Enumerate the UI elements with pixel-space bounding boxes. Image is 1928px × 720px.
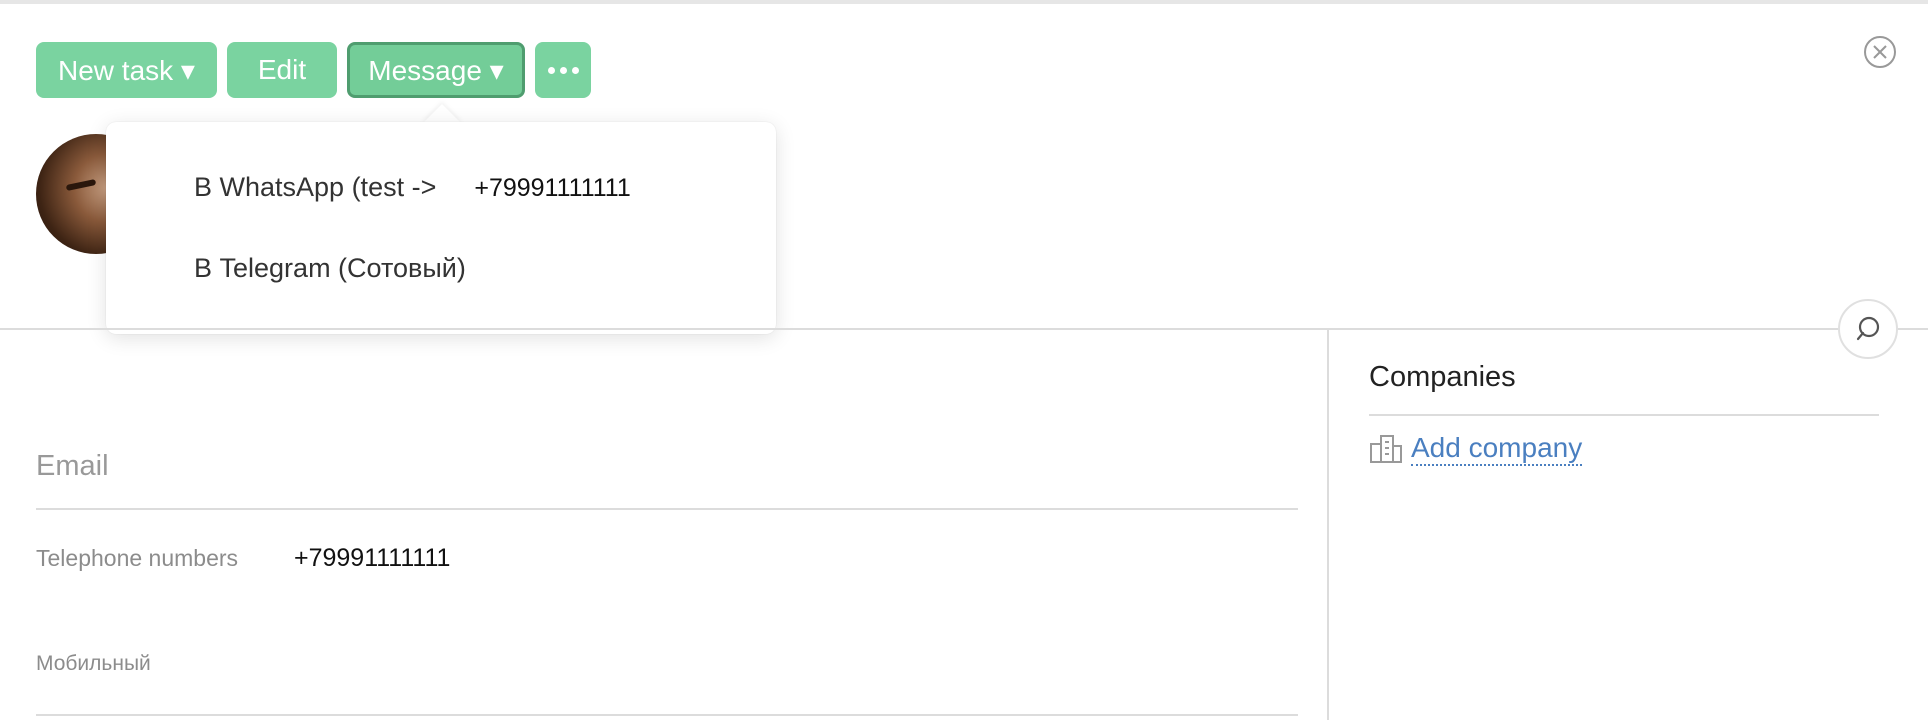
telephone-label: Telephone numbers bbox=[36, 545, 239, 571]
telephone-value[interactable]: +79991111111 bbox=[294, 544, 450, 573]
ellipsis-icon bbox=[547, 66, 579, 74]
edit-button[interactable]: Edit bbox=[227, 42, 337, 98]
email-field-label[interactable]: Email bbox=[36, 450, 109, 483]
chat-button[interactable] bbox=[1838, 299, 1898, 359]
column-divider bbox=[1327, 330, 1329, 720]
close-button[interactable] bbox=[1864, 36, 1896, 68]
menu-item-telegram[interactable]: В Telegram (Сотовый) bbox=[194, 253, 466, 284]
top-border bbox=[0, 0, 1928, 4]
menu-item-label: В WhatsApp (test -> bbox=[194, 172, 437, 202]
new-task-button[interactable]: New task ▾ bbox=[36, 42, 217, 98]
email-field-underline bbox=[36, 508, 1298, 510]
mobile-field-underline bbox=[36, 714, 1298, 716]
close-icon bbox=[1873, 45, 1887, 59]
action-toolbar: New task ▾ Edit Message ▾ bbox=[36, 42, 591, 98]
mobile-label: Мобильный bbox=[36, 652, 151, 675]
message-dropdown: В WhatsApp (test -> +79991111111 В Telegr… bbox=[106, 122, 776, 334]
header-divider bbox=[0, 328, 1928, 330]
companies-heading: Companies bbox=[1369, 361, 1516, 393]
add-company-link[interactable]: Add company bbox=[1369, 432, 1583, 466]
menu-item-label: В Telegram (Сотовый) bbox=[194, 253, 466, 283]
more-actions-button[interactable] bbox=[535, 42, 591, 98]
dropdown-pointer bbox=[422, 104, 462, 124]
add-company-label: Add company bbox=[1411, 432, 1583, 466]
menu-item-whatsapp[interactable]: В WhatsApp (test -> +79991111111 bbox=[194, 172, 631, 203]
message-button[interactable]: Message ▾ bbox=[347, 42, 525, 98]
companies-divider bbox=[1369, 414, 1879, 416]
menu-item-phone: +79991111111 bbox=[474, 174, 631, 202]
building-icon bbox=[1370, 435, 1402, 463]
chat-bubble-icon bbox=[1856, 316, 1880, 341]
